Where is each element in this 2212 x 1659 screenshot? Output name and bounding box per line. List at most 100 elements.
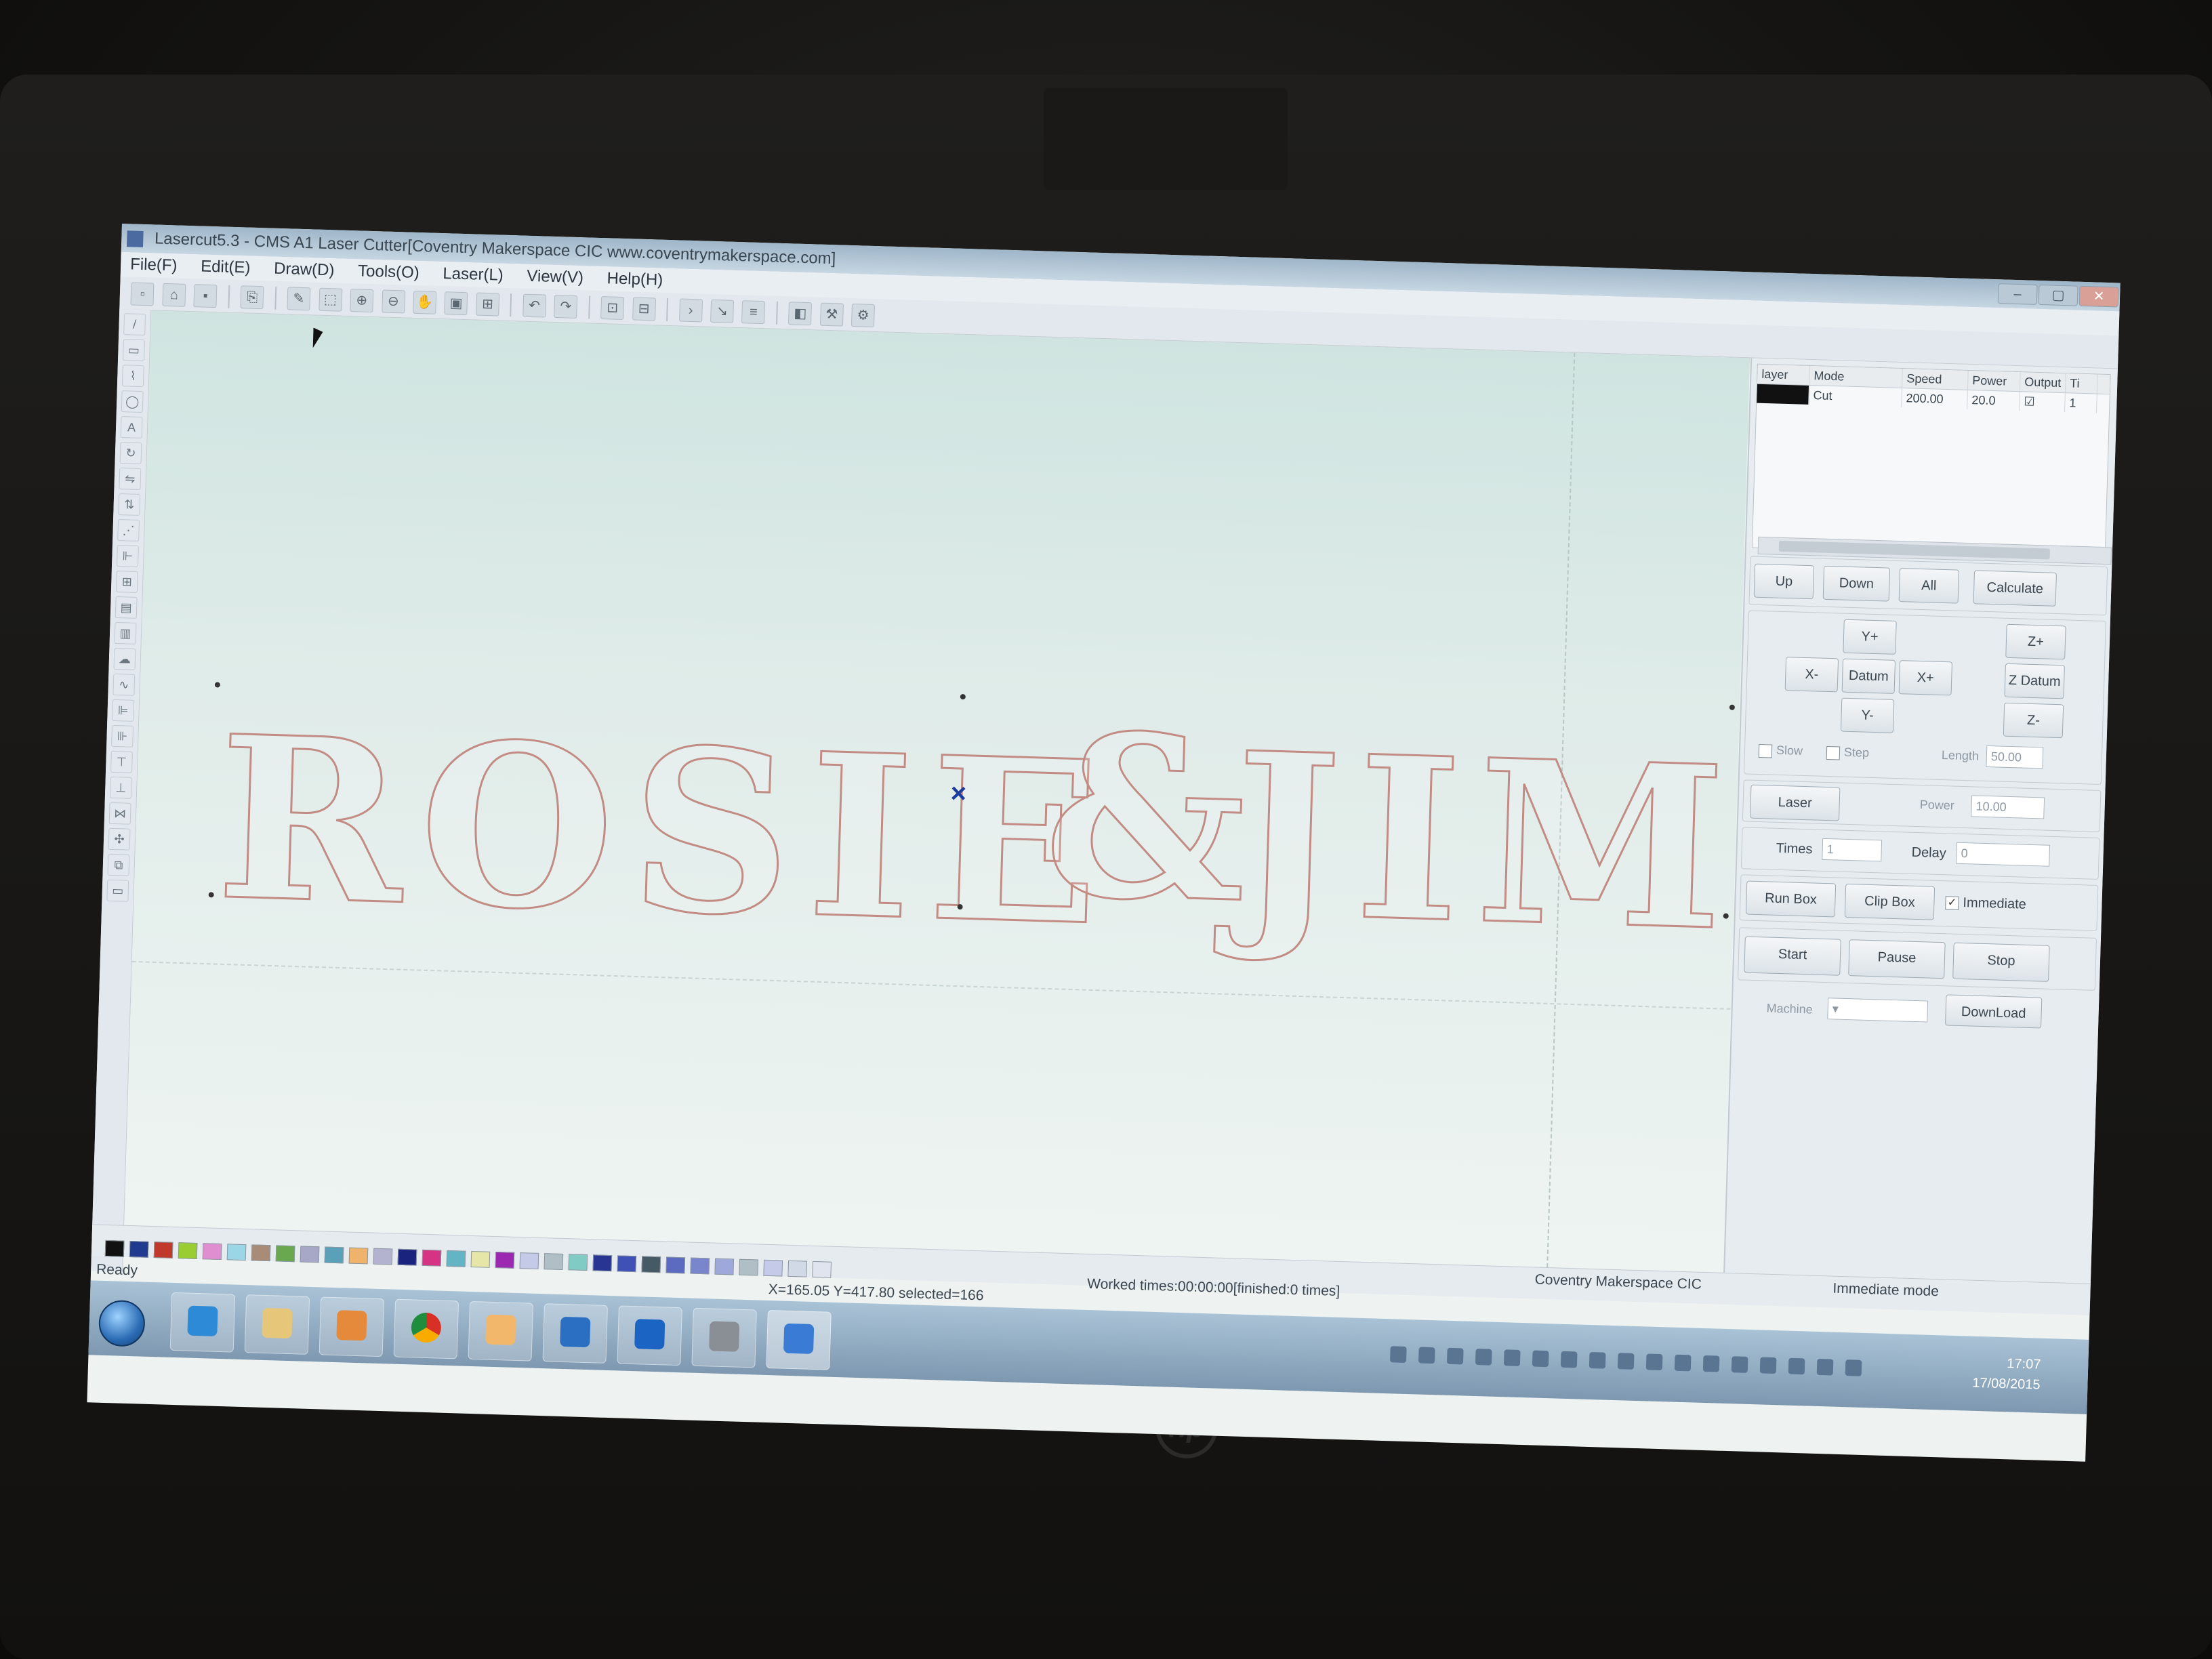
tray-icon[interactable]: [1418, 1347, 1435, 1364]
tray-icon[interactable]: [1475, 1348, 1492, 1366]
palette-swatch[interactable]: [787, 1260, 808, 1277]
taskbar-media-player[interactable]: [319, 1296, 385, 1357]
taskbar-file-explorer[interactable]: [244, 1294, 310, 1355]
palette-swatch[interactable]: [470, 1250, 491, 1268]
selection-handle[interactable]: [214, 682, 220, 688]
delay-field[interactable]: 0: [1956, 842, 2051, 867]
pause-button[interactable]: Pause: [1848, 939, 1946, 979]
palette-swatch[interactable]: [665, 1256, 686, 1274]
pen-icon[interactable]: ✎: [287, 287, 311, 311]
palette-swatch[interactable]: [129, 1241, 149, 1258]
palette-swatch[interactable]: [812, 1261, 832, 1278]
palette-swatch[interactable]: [495, 1252, 515, 1269]
align-center-icon[interactable]: ⊪: [111, 724, 134, 747]
open-folder-icon[interactable]: ⌂: [162, 283, 186, 307]
curve-tool-icon[interactable]: ∿: [112, 673, 136, 696]
taskbar-outlook[interactable]: [617, 1305, 682, 1366]
selection-handle[interactable]: [208, 892, 214, 898]
times-field[interactable]: 1: [1822, 838, 1883, 862]
taskbar-camera[interactable]: [691, 1307, 757, 1368]
all-button[interactable]: All: [1898, 568, 1960, 604]
slow-checkbox[interactable]: [1758, 743, 1773, 758]
size-icon[interactable]: ⧉: [107, 853, 130, 876]
taskbar-paint[interactable]: [468, 1300, 534, 1361]
menu-laser[interactable]: Laser(L): [443, 264, 504, 285]
palette-swatch[interactable]: [348, 1247, 369, 1265]
minimize-button[interactable]: –: [1997, 283, 2038, 305]
tray-icon[interactable]: [1731, 1356, 1748, 1373]
bluetooth-icon[interactable]: [1589, 1351, 1606, 1369]
ellipse-tool-icon[interactable]: ◯: [121, 390, 144, 413]
tray-icon[interactable]: [1560, 1351, 1578, 1368]
layer-mode[interactable]: Cut: [1809, 385, 1902, 408]
machine-select[interactable]: ▾: [1827, 998, 1929, 1023]
length-field[interactable]: 50.00: [1986, 745, 2044, 769]
polyline-tool-icon[interactable]: ⌇: [121, 365, 144, 388]
maximize-button[interactable]: ▢: [2038, 284, 2078, 306]
palette-swatch[interactable]: [763, 1259, 783, 1277]
align-bottom-icon[interactable]: ⊥: [109, 776, 132, 799]
tray-icon[interactable]: [1702, 1355, 1720, 1372]
node-edit-icon[interactable]: ↘: [710, 299, 735, 323]
taskbar-chrome[interactable]: [393, 1298, 459, 1359]
group-icon[interactable]: ⊡: [600, 296, 625, 321]
layer-tool-icon[interactable]: ▥: [114, 621, 137, 644]
mirror-h-tool-icon[interactable]: ⇋: [119, 468, 142, 490]
hatch-tool-icon[interactable]: ▤: [115, 596, 138, 619]
tray-icon[interactable]: [1788, 1357, 1805, 1375]
rectangle-tool-icon[interactable]: ▭: [123, 339, 145, 362]
grid-tool-icon[interactable]: ⊞: [115, 570, 138, 593]
rotate-tool-icon[interactable]: ↻: [119, 442, 142, 465]
up-button[interactable]: Up: [1753, 563, 1815, 600]
tray-icon[interactable]: [1674, 1354, 1692, 1372]
mirror-v-tool-icon[interactable]: ⇅: [118, 493, 141, 516]
palette-swatch[interactable]: [178, 1242, 198, 1259]
stop-button[interactable]: Stop: [1952, 942, 2050, 982]
y-minus-button[interactable]: Y-: [1840, 697, 1895, 733]
palette-swatch[interactable]: [373, 1248, 393, 1265]
palette-swatch[interactable]: [544, 1253, 564, 1270]
palette-swatch[interactable]: [617, 1255, 637, 1273]
close-button[interactable]: ✕: [2078, 285, 2119, 308]
palette-swatch[interactable]: [714, 1258, 735, 1275]
palette-swatch[interactable]: [446, 1250, 466, 1267]
palette-swatch[interactable]: [275, 1245, 295, 1263]
zoom-in-icon[interactable]: ⊕: [350, 289, 374, 313]
x-plus-button[interactable]: X+: [1898, 660, 1953, 696]
tray-icon[interactable]: [1617, 1353, 1635, 1370]
power-field[interactable]: 10.00: [1971, 795, 2045, 819]
palette-swatch[interactable]: [519, 1252, 539, 1269]
design-word-jim[interactable]: JIM: [1229, 702, 1746, 982]
align-top-icon[interactable]: ⊤: [110, 750, 133, 773]
palette-swatch[interactable]: [324, 1246, 344, 1264]
palette-swatch[interactable]: [568, 1254, 588, 1271]
tray-icon[interactable]: [1645, 1353, 1663, 1371]
text-tool-icon[interactable]: A: [120, 416, 143, 439]
undo-icon[interactable]: ↶: [522, 293, 546, 318]
zoom-page-icon[interactable]: ▣: [444, 291, 468, 316]
distribute-icon[interactable]: ⋈: [108, 802, 131, 825]
cut-settings-icon[interactable]: ⚒: [819, 302, 844, 327]
palette-swatch[interactable]: [641, 1256, 661, 1273]
palette-swatch[interactable]: [592, 1254, 613, 1272]
align-tool-icon[interactable]: ⊩: [116, 544, 139, 567]
selection-handle[interactable]: [1729, 704, 1735, 710]
palette-swatch[interactable]: [300, 1246, 320, 1263]
selection-handle[interactable]: [960, 694, 966, 700]
frame-icon[interactable]: ▭: [106, 879, 129, 902]
palette-swatch[interactable]: [690, 1257, 710, 1275]
y-plus-button[interactable]: Y+: [1843, 619, 1897, 655]
node-tool-icon[interactable]: ⋰: [117, 519, 140, 541]
selection-center-marker[interactable]: ×: [950, 779, 967, 810]
taskbar-clock[interactable]: 17:07 17/08/2015: [1972, 1353, 2041, 1395]
palette-swatch[interactable]: [422, 1249, 442, 1267]
menu-draw[interactable]: Draw(D): [274, 260, 335, 280]
clip-box-button[interactable]: Clip Box: [1844, 883, 1936, 920]
new-file-icon[interactable]: ▫: [130, 282, 155, 306]
calculate-button[interactable]: Calculate: [1973, 570, 2057, 607]
palette-swatch[interactable]: [226, 1244, 247, 1261]
tray-icon[interactable]: [1389, 1346, 1407, 1363]
drawing-canvas[interactable]: ROSIE & JIM ×: [124, 310, 1750, 1273]
tray-icon[interactable]: [1446, 1347, 1464, 1365]
menu-help[interactable]: Help(H): [607, 269, 663, 289]
